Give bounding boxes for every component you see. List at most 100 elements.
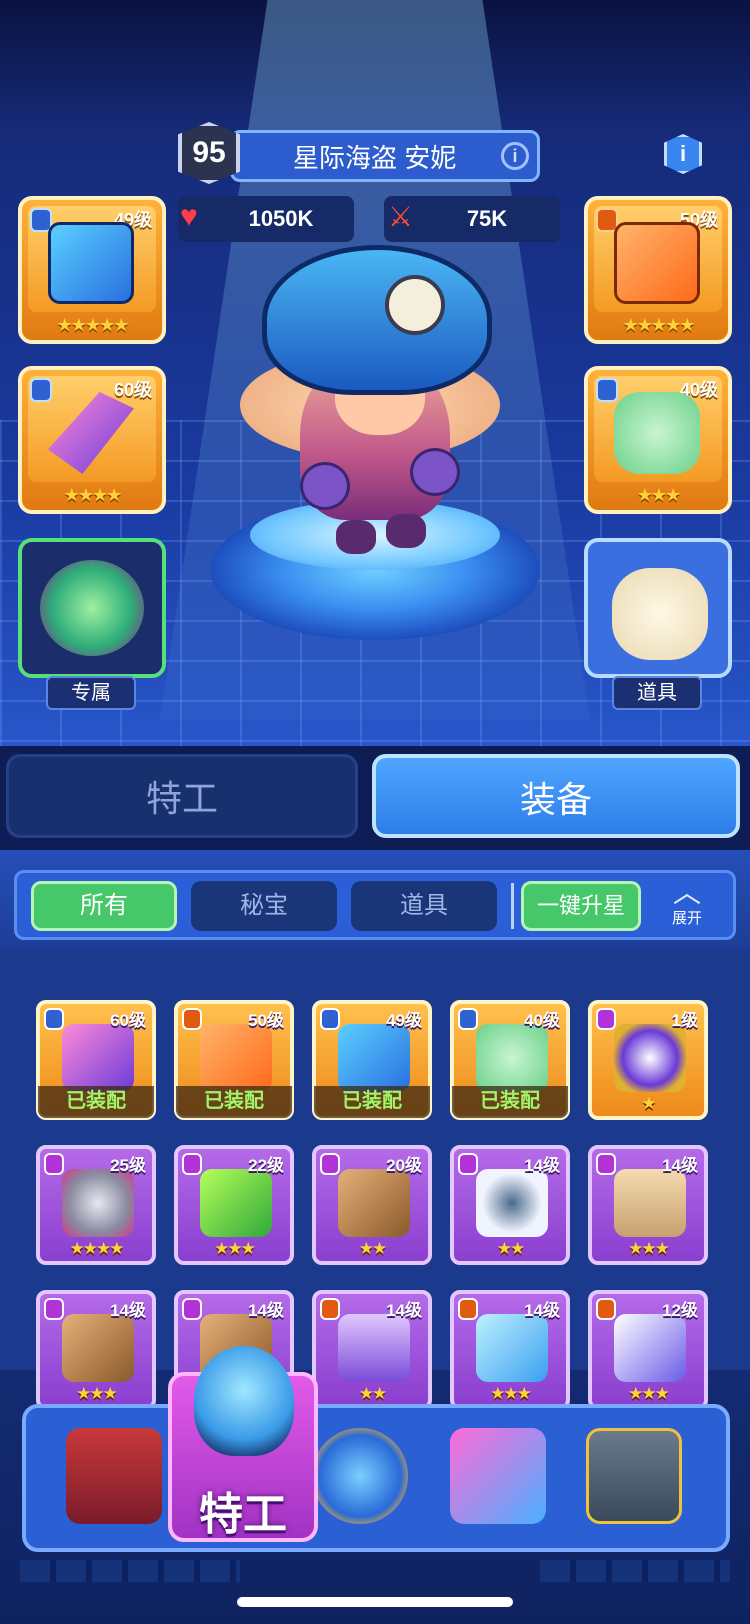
info-icon[interactable]: i (664, 134, 702, 174)
equip-slot-left-2[interactable]: 60级 ★★★★ (18, 366, 166, 514)
inventory-item[interactable]: 14级 ★★ (312, 1290, 432, 1410)
bell-pouch-icon (612, 568, 708, 660)
equipped-label: 已装配 (314, 1086, 430, 1118)
fire-badge-icon (320, 1298, 340, 1320)
inventory-item[interactable]: 40级 已装配 (450, 1000, 570, 1120)
equip-slot-right-2[interactable]: 40级 ★★★ (584, 366, 732, 514)
inventory-item[interactable]: 1级 ★ (588, 1000, 708, 1120)
item-level: 14级 (386, 1301, 422, 1320)
heart-icon: ♥ (180, 200, 198, 233)
item-stars: ★★★ (628, 1384, 670, 1403)
item-stars: ★ (641, 1094, 656, 1113)
filter-all[interactable]: 所有 (31, 881, 177, 931)
item-slot[interactable] (584, 538, 732, 678)
rarity-badge-icon (44, 1153, 64, 1175)
slot-stars: ★★★★★ (56, 315, 130, 335)
exclusive-label: 专属 (46, 676, 136, 710)
item-level: 40级 (524, 1011, 560, 1030)
inventory-item[interactable]: 12级 ★★★ (588, 1290, 708, 1410)
exclusive-slot[interactable] (18, 538, 166, 678)
upgrade-all-button[interactable]: 一键升星 (521, 881, 641, 931)
item-stars: ★★★ (490, 1384, 532, 1403)
inventory-item[interactable]: 14级 ★★★ (588, 1145, 708, 1265)
equip-slot-left-1[interactable]: 49级 ★★★★★ (18, 196, 166, 344)
ice-crystal-icon (476, 1314, 548, 1382)
filter-treasure[interactable]: 秘宝 (191, 881, 337, 931)
pocket-watch-icon (614, 1024, 686, 1092)
mystery-cube-icon[interactable] (450, 1428, 546, 1524)
item-level: 20级 (386, 1156, 422, 1175)
filter-bar: 所有 秘宝 道具 一键升星 ︿ 展开 (14, 870, 736, 940)
right-glove (410, 448, 460, 496)
rarity-badge-icon (320, 1008, 340, 1030)
item-level: 12级 (662, 1301, 698, 1320)
agent-equipment-screen: 星际海盗 安妮 i 95 i 1050K ♥ 75K ⚔ 49级 ★★★★★ 6… (0, 0, 750, 1624)
rarity-badge-icon (320, 1153, 340, 1175)
item-stars: ★★ (496, 1239, 525, 1258)
item-level: 14级 (110, 1301, 146, 1320)
item-level: 22级 (248, 1156, 284, 1175)
skull-emblem-icon (385, 275, 445, 335)
right-boot (386, 514, 426, 548)
item-stars: ★★★★ (69, 1239, 125, 1258)
inventory-item[interactable]: 22级 ★★★ (174, 1145, 294, 1265)
item-label: 道具 (612, 676, 702, 710)
main-tab-bar: 特工 装备 (0, 746, 750, 850)
inventory-item[interactable]: 14级 ★★★ (36, 1290, 156, 1410)
filter-items[interactable]: 道具 (351, 881, 497, 931)
shop-machine-icon[interactable] (66, 1428, 162, 1524)
inventory-item[interactable]: 25级 ★★★★ (36, 1145, 156, 1265)
shard-blade-icon (614, 1314, 686, 1382)
treasure-map-icon (614, 222, 700, 304)
capsule-gate-icon[interactable] (586, 1428, 682, 1524)
hero-name: 星际海盗 安妮 (293, 142, 457, 173)
inventory-item[interactable]: 20级 ★★ (312, 1145, 432, 1265)
bottom-nav (22, 1404, 730, 1552)
slot-stars: ★★★★ (63, 485, 123, 505)
cube-book-icon (338, 1024, 410, 1092)
hero-name-bar: 星际海盗 安妮 i (230, 130, 540, 182)
equipped-label: 已装配 (38, 1086, 154, 1118)
rarity-badge-icon (596, 1008, 616, 1030)
potion-jar-icon (338, 1314, 410, 1382)
hero-info-icon[interactable]: i (501, 142, 529, 170)
rarity-badge-icon (458, 1153, 478, 1175)
inventory-item[interactable]: 50级已装配 (174, 1000, 294, 1120)
item-level: 14级 (524, 1156, 560, 1175)
deco-stripe (20, 1560, 240, 1582)
goggles-ring-icon (40, 560, 144, 656)
expand-button[interactable]: ︿ 展开 (651, 879, 723, 935)
crystal-spear-icon (62, 1024, 134, 1092)
item-level: 14级 (524, 1301, 560, 1320)
rarity-badge-icon (182, 1153, 202, 1175)
tab-equipment[interactable]: 装备 (372, 754, 740, 838)
home-indicator[interactable] (237, 1597, 513, 1607)
nav-agent-label: 特工 (199, 1490, 287, 1539)
inventory-item[interactable]: 14级 ★★ (450, 1145, 570, 1265)
inventory-item[interactable]: 49级 已装配 (312, 1000, 432, 1120)
emerald-gem-icon (476, 1024, 548, 1092)
fire-badge-icon (596, 1298, 616, 1320)
rarity-badge-icon (30, 378, 52, 402)
rarity-badge-icon (44, 1298, 64, 1320)
scroll-icon (338, 1169, 410, 1237)
inventory-item[interactable]: 60级已装配 (36, 1000, 156, 1120)
fur-ring-icon (476, 1169, 548, 1237)
item-level: 50级 (248, 1011, 284, 1030)
rarity-badge-icon (182, 1298, 202, 1320)
item-stars: ★★★ (628, 1239, 670, 1258)
equipped-label: 已装配 (176, 1086, 292, 1118)
slot-stars: ★★★★★ (622, 315, 696, 335)
equip-slot-right-1[interactable]: 50级 ★★★★★ (584, 196, 732, 344)
left-glove (300, 462, 350, 510)
pirate-hat (262, 245, 492, 395)
item-stars: ★★ (358, 1384, 387, 1403)
fire-badge-icon (458, 1298, 478, 1320)
item-level: 14级 (662, 1156, 698, 1175)
slime-vial-icon (200, 1169, 272, 1237)
tab-agent[interactable]: 特工 (6, 754, 358, 838)
planet-icon[interactable] (312, 1428, 408, 1524)
inventory-item[interactable]: 14级 ★★★ (450, 1290, 570, 1410)
item-level: 60级 (110, 1011, 146, 1030)
treasure-map-icon (200, 1024, 272, 1092)
